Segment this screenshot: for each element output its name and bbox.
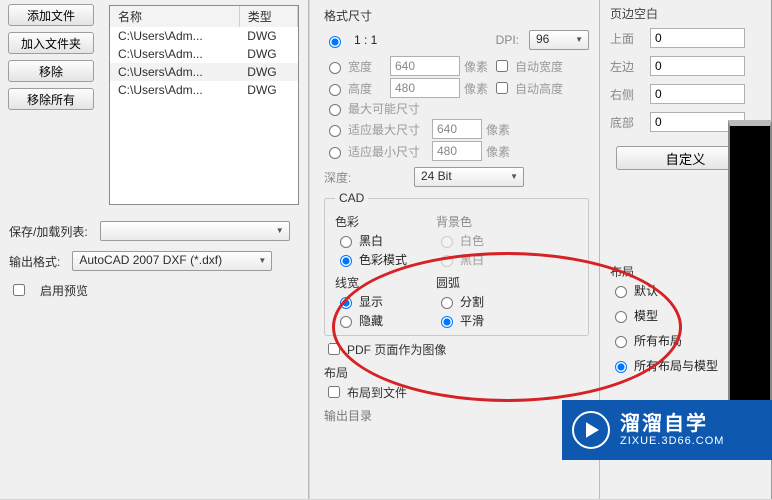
right-input[interactable] (650, 84, 745, 104)
fit-min-input[interactable] (432, 141, 482, 161)
bw-label: 黑白 (359, 232, 383, 249)
max-possible-radio[interactable] (329, 104, 341, 116)
default-radio[interactable] (615, 286, 627, 298)
hide-radio[interactable] (340, 316, 352, 328)
output-format-combo[interactable]: AutoCAD 2007 DXF (*.dxf) (72, 251, 272, 271)
bottom-label: 底部 (610, 114, 640, 131)
bw-radio[interactable] (340, 236, 352, 248)
height-label: 高度 (348, 80, 386, 97)
file-list[interactable]: 名称 类型 C:\Users\Adm...DWG C:\Users\Adm...… (109, 5, 299, 205)
col-type[interactable]: 类型 (239, 6, 297, 27)
all-layouts-label: 所有布局 (634, 332, 682, 349)
split-label: 分割 (460, 293, 484, 310)
color-mode-label: 色彩模式 (359, 251, 407, 268)
left-label: 左边 (610, 58, 640, 75)
auto-width-label: 自动宽度 (515, 58, 563, 75)
fit-min-radio[interactable] (329, 147, 341, 159)
layout-to-file-checkbox[interactable] (328, 386, 340, 398)
logo-main: 溜溜自学 (620, 413, 724, 435)
preview-window (728, 120, 772, 420)
default-label: 默认 (634, 282, 658, 299)
cad-legend: CAD (335, 191, 368, 205)
add-folder-button[interactable]: 加入文件夹 (8, 32, 94, 54)
play-icon (572, 411, 610, 449)
all-layouts-model-label: 所有布局与模型 (634, 357, 718, 374)
remove-all-button[interactable]: 移除所有 (8, 88, 94, 110)
depth-combo[interactable]: 24 Bit (414, 167, 524, 187)
left-input[interactable] (650, 56, 745, 76)
fit-min-label: 适应最小尺寸 (348, 143, 428, 160)
pdf-as-image-label: PDF 页面作为图像 (347, 341, 446, 358)
enable-preview-checkbox[interactable] (13, 284, 25, 296)
width-radio[interactable] (329, 62, 341, 74)
fit-max-input[interactable] (432, 119, 482, 139)
dpi-combo[interactable]: 96 (529, 30, 589, 50)
px-label: 像素 (464, 58, 488, 75)
black-radio (441, 255, 453, 267)
smooth-label: 平滑 (460, 312, 484, 329)
height-input[interactable] (390, 78, 460, 98)
table-row[interactable]: C:\Users\Adm...DWG (110, 27, 298, 45)
white-label: 白色 (460, 232, 484, 249)
fit-max-radio[interactable] (329, 125, 341, 137)
color-head: 色彩 (335, 213, 430, 230)
bg-head: 背景色 (436, 213, 516, 230)
depth-label: 深度: (324, 169, 404, 186)
enable-preview-label: 启用预览 (40, 282, 88, 299)
all-layouts-model-radio[interactable] (615, 361, 627, 373)
brand-logo: 溜溜自学 ZIXUE.3D66.COM (562, 400, 772, 460)
table-row[interactable]: C:\Users\Adm...DWG (110, 45, 298, 63)
col-name[interactable]: 名称 (110, 6, 239, 27)
layout-head: 布局 (610, 263, 718, 280)
format-size-label: 格式尺寸 (324, 7, 589, 24)
black-label: 黑白 (460, 251, 484, 268)
split-radio[interactable] (441, 297, 453, 309)
layout2-head: 布局 (324, 364, 589, 381)
table-row[interactable]: C:\Users\Adm...DWG (110, 81, 298, 99)
max-possible-label: 最大可能尺寸 (348, 100, 420, 117)
linewidth-head: 线宽 (335, 274, 430, 291)
model-radio[interactable] (615, 311, 627, 323)
px-label4: 像素 (486, 143, 510, 160)
px-label2: 像素 (464, 80, 488, 97)
px-label3: 像素 (486, 121, 510, 138)
ratio-11-label: 1 : 1 (354, 33, 377, 47)
top-input[interactable] (650, 28, 745, 48)
model-label: 模型 (634, 307, 658, 324)
remove-button[interactable]: 移除 (8, 60, 94, 82)
margin-head: 页边空白 (600, 0, 771, 24)
auto-width-checkbox[interactable] (496, 60, 508, 72)
right-label: 右侧 (610, 86, 640, 103)
add-file-button[interactable]: 添加文件 (8, 4, 94, 26)
save-load-label: 保存/加载列表: (9, 223, 88, 240)
width-input[interactable] (390, 56, 460, 76)
pdf-as-image-checkbox[interactable] (328, 343, 340, 355)
hide-label: 隐藏 (359, 312, 383, 329)
show-label: 显示 (359, 293, 383, 310)
output-format-label: 输出格式: (9, 253, 60, 270)
output-dir-label: 输出目录 (324, 407, 589, 424)
cad-group: CAD 色彩 黑白 色彩模式 线宽 显示 隐藏 背景色 白色 黑白 圆弧 分割 … (324, 191, 589, 336)
auto-height-checkbox[interactable] (496, 82, 508, 94)
dpi-label: DPI: (496, 33, 519, 47)
fit-max-label: 适应最大尺寸 (348, 121, 428, 138)
smooth-radio[interactable] (441, 316, 453, 328)
auto-height-label: 自动高度 (515, 80, 563, 97)
table-row[interactable]: C:\Users\Adm...DWG (110, 63, 298, 81)
width-label: 宽度 (348, 58, 386, 75)
save-load-combo[interactable] (100, 221, 290, 241)
ratio-11-radio[interactable] (329, 36, 341, 48)
height-radio[interactable] (329, 84, 341, 96)
show-radio[interactable] (340, 297, 352, 309)
arc-head: 圆弧 (436, 274, 516, 291)
color-mode-radio[interactable] (340, 255, 352, 267)
layout-to-file-label: 布局到文件 (347, 384, 407, 401)
all-layouts-radio[interactable] (615, 336, 627, 348)
white-radio (441, 236, 453, 248)
logo-sub: ZIXUE.3D66.COM (620, 435, 724, 447)
top-label: 上面 (610, 30, 640, 47)
